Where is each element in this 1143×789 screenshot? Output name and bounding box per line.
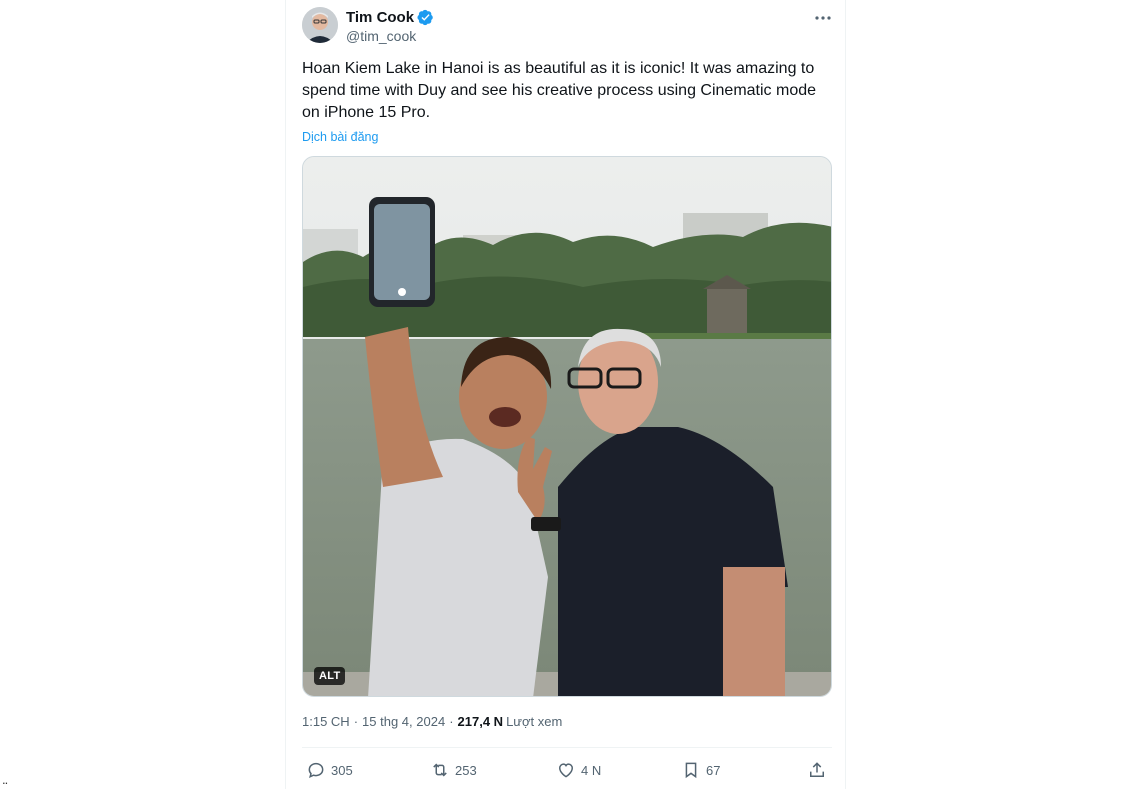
repost-button[interactable]: 253 <box>430 758 477 782</box>
views-count: 217,4 N <box>457 714 504 729</box>
alt-text-badge[interactable]: ALT <box>314 667 346 685</box>
repost-count: 253 <box>455 762 477 778</box>
reply-icon <box>308 762 324 778</box>
views-label: Lượt xem <box>506 714 563 729</box>
share-icon <box>810 762 824 777</box>
verified-badge-icon <box>417 9 433 25</box>
more-options-button[interactable] <box>812 7 834 29</box>
tweet-date[interactable]: 15 thg 4, 2024 <box>362 714 445 729</box>
meta-separator: · <box>449 714 454 729</box>
tweet-photo[interactable]: ALT <box>302 156 832 697</box>
translate-post-link[interactable]: Dịch bài đăng <box>302 130 378 144</box>
more-dots-icon <box>815 16 831 20</box>
reply-count: 305 <box>331 762 353 778</box>
divider <box>302 747 832 748</box>
repost-icon <box>433 763 447 777</box>
tweet-text: Hoan Kiem Lake in Hanoi is as beautiful … <box>302 60 817 121</box>
bookmark-count: 67 <box>706 762 721 778</box>
timeline-column: Tim Cook @tim_cook Hoan Kiem Lake in Han… <box>285 0 846 789</box>
share-button[interactable] <box>807 758 827 782</box>
author-display-name[interactable]: Tim Cook <box>346 9 414 26</box>
author-handle[interactable]: @tim_cook <box>346 28 434 44</box>
author-info: Tim Cook @tim_cook <box>346 8 434 44</box>
heart-icon <box>558 763 574 778</box>
reply-button[interactable]: 305 <box>306 758 353 782</box>
bookmark-button[interactable]: 67 <box>681 758 720 782</box>
tweet-time[interactable]: 1:15 CH <box>302 714 350 729</box>
meta-separator: · <box>353 714 359 729</box>
author-avatar[interactable] <box>302 7 338 43</box>
action-bar: 305 253 4 N 67 <box>302 758 832 782</box>
bookmark-icon <box>685 762 697 779</box>
like-button[interactable]: 4 N <box>556 758 601 782</box>
corner-dots: .. <box>2 772 8 787</box>
photo-image <box>303 157 831 696</box>
tweet-meta: 1:15 CH · 15 thg 4, 2024 · 217,4 N Lượt … <box>302 714 562 729</box>
like-count: 4 N <box>581 762 602 778</box>
